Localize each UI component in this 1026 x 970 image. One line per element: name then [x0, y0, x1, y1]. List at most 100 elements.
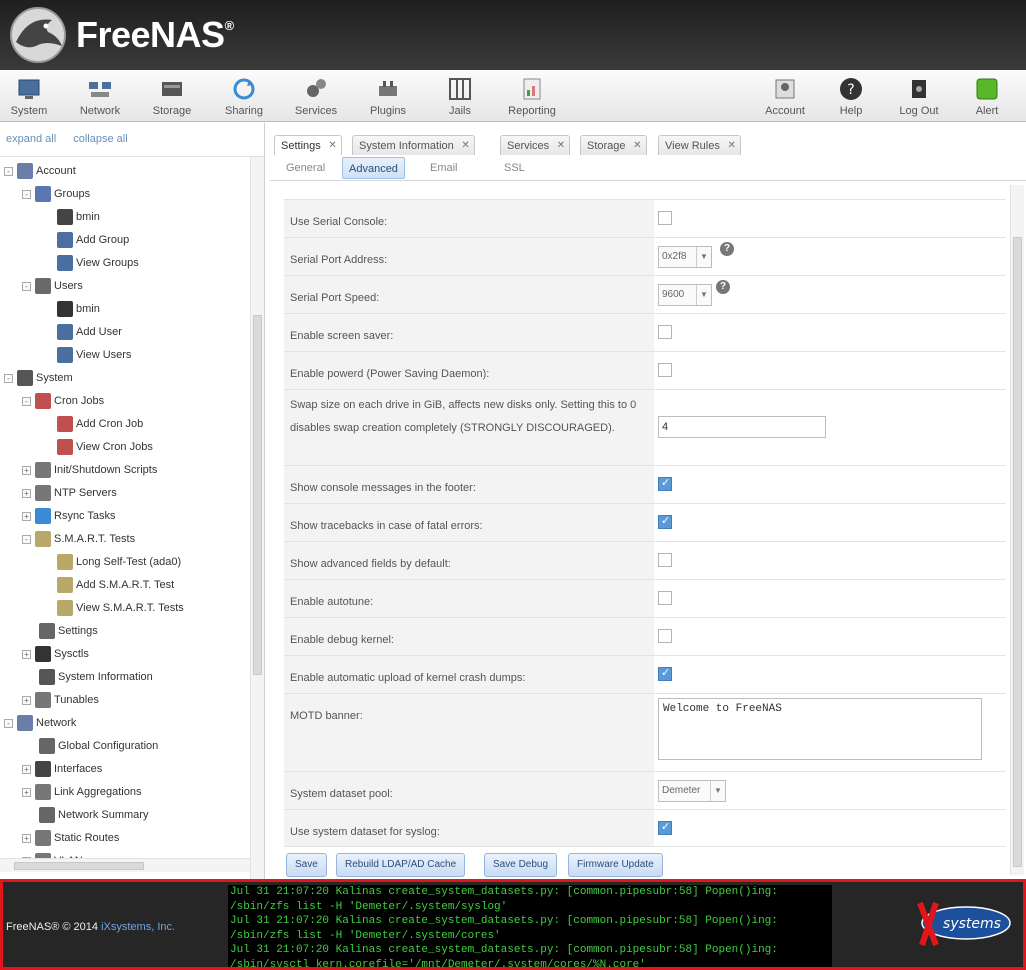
- tree-item-tunables[interactable]: + Tunables: [22, 690, 99, 710]
- toolbar-help-button[interactable]: ? Help: [822, 74, 880, 120]
- tree-item-add-group[interactable]: Add Group: [40, 230, 129, 250]
- swap-size-input[interactable]: 4: [658, 416, 826, 438]
- toolbar-account-button[interactable]: Account: [756, 74, 814, 120]
- tree-item-network-summary[interactable]: Network Summary: [22, 805, 148, 825]
- tree-item-settings[interactable]: Settings: [22, 621, 98, 641]
- close-icon[interactable]: ✕: [557, 136, 565, 156]
- tree-item-bmin[interactable]: bmin: [40, 207, 100, 227]
- tree-item-interfaces[interactable]: + Interfaces: [22, 759, 102, 779]
- collapse-toggle-icon[interactable]: -: [22, 396, 31, 406]
- toolbar-reporting-button[interactable]: Reporting: [503, 74, 561, 120]
- toolbar-services-button[interactable]: Services: [287, 74, 345, 120]
- crash-dumps-checkbox[interactable]: [658, 666, 672, 681]
- autotune-checkbox[interactable]: [658, 591, 672, 605]
- ixsystems-link[interactable]: iXsystems, Inc.: [101, 921, 175, 933]
- firmware-update-button[interactable]: Firmware Update: [568, 853, 663, 877]
- subtab-ssl[interactable]: SSL: [498, 157, 531, 179]
- tree-item-add-cron-job[interactable]: Add Cron Job: [40, 414, 143, 434]
- toolbar-alert-button[interactable]: Alert: [958, 74, 1016, 120]
- tree-item-view-cron-jobs[interactable]: View Cron Jobs: [40, 437, 153, 457]
- tree-scroll-thumb[interactable]: [253, 315, 262, 675]
- rebuild-ldap-cache-button[interactable]: Rebuild LDAP/AD Cache: [336, 853, 466, 877]
- collapse-all-link[interactable]: collapse all: [73, 133, 127, 145]
- tree-item-rsync-tasks[interactable]: + Rsync Tasks: [22, 506, 116, 526]
- powerd-checkbox[interactable]: [658, 363, 672, 377]
- expand-toggle-icon[interactable]: +: [22, 833, 31, 843]
- tree-item-system-information[interactable]: System Information: [22, 667, 153, 687]
- serial-console-checkbox[interactable]: [658, 211, 672, 225]
- expand-toggle-icon[interactable]: +: [22, 511, 31, 521]
- subtab-email[interactable]: Email: [424, 157, 464, 179]
- tree-item-view-groups[interactable]: View Groups: [40, 253, 139, 273]
- tab-services[interactable]: Services ✕: [500, 135, 571, 156]
- save-button[interactable]: Save: [286, 853, 327, 877]
- save-debug-button[interactable]: Save Debug: [484, 853, 558, 877]
- content-scroll-thumb[interactable]: [1013, 237, 1022, 867]
- tab-settings[interactable]: Settings ✕: [274, 135, 342, 155]
- help-icon[interactable]: ?: [716, 280, 730, 294]
- tree-item-ntp-servers[interactable]: + NTP Servers: [22, 483, 117, 503]
- tree-item-system[interactable]: - System: [4, 368, 73, 388]
- expand-toggle-icon[interactable]: +: [22, 695, 31, 705]
- tab-view-rules[interactable]: View Rules ✕: [658, 135, 741, 155]
- tree-item-s-m-a-r-t-tests[interactable]: - S.M.A.R.T. Tests: [22, 529, 135, 549]
- serial-port-speed-select[interactable]: 9600 ▼: [658, 284, 712, 306]
- tree-hscroll-thumb[interactable]: [14, 862, 144, 870]
- tree-item-global-configuration[interactable]: Global Configuration: [22, 736, 158, 756]
- tree-item-users[interactable]: - Users: [22, 276, 83, 296]
- tab-system-information[interactable]: System Information ✕: [352, 135, 475, 155]
- tree-item-add-s-m-a-r-t-test[interactable]: Add S.M.A.R.T. Test: [40, 575, 174, 595]
- toolbar-jails-button[interactable]: Jails: [431, 74, 489, 120]
- collapse-toggle-icon[interactable]: -: [22, 534, 31, 544]
- expand-toggle-icon[interactable]: +: [22, 649, 31, 659]
- close-icon[interactable]: ✕: [461, 136, 469, 156]
- toolbar-network-button[interactable]: Network: [71, 74, 129, 120]
- serial-port-address-select[interactable]: 0x2f8 ▼: [658, 246, 712, 268]
- tree-item-long-self-test-ada0[interactable]: Long Self-Test (ada0): [40, 552, 181, 572]
- close-icon[interactable]: ✕: [328, 136, 336, 156]
- tree-item-view-users[interactable]: View Users: [40, 345, 131, 365]
- subtab-general[interactable]: General: [280, 157, 331, 179]
- collapse-toggle-icon[interactable]: -: [4, 718, 13, 728]
- collapse-toggle-icon[interactable]: -: [4, 373, 13, 383]
- collapse-toggle-icon[interactable]: -: [4, 166, 13, 176]
- toolbar-plugins-button[interactable]: Plugins: [359, 74, 417, 120]
- screen-saver-checkbox[interactable]: [658, 325, 672, 339]
- toolbar-system-button[interactable]: System: [0, 74, 58, 120]
- tab-storage[interactable]: Storage ✕: [580, 135, 647, 155]
- tree-item-init-shutdown-scripts[interactable]: + Init/Shutdown Scripts: [22, 460, 157, 480]
- content-vertical-scrollbar[interactable]: [1010, 185, 1024, 875]
- tree-item-account[interactable]: - Account: [4, 161, 76, 181]
- tree-item-network[interactable]: - Network: [4, 713, 76, 733]
- collapse-toggle-icon[interactable]: -: [22, 189, 31, 199]
- tree-item-link-aggregations[interactable]: + Link Aggregations: [22, 782, 141, 802]
- tree-item-sysctls[interactable]: + Sysctls: [22, 644, 89, 664]
- help-icon[interactable]: ?: [720, 242, 734, 256]
- syslog-dataset-checkbox[interactable]: [658, 820, 672, 835]
- subtab-advanced[interactable]: Advanced: [342, 157, 405, 179]
- expand-toggle-icon[interactable]: +: [22, 787, 31, 797]
- advanced-fields-checkbox[interactable]: [658, 553, 672, 567]
- tree-item-add-user[interactable]: Add User: [40, 322, 122, 342]
- toolbar-logout-button[interactable]: Log Out: [890, 74, 948, 120]
- tree-item-cron-jobs[interactable]: - Cron Jobs: [22, 391, 104, 411]
- tree-item-bmin[interactable]: bmin: [40, 299, 100, 319]
- tree-item-view-s-m-a-r-t-tests[interactable]: View S.M.A.R.T. Tests: [40, 598, 184, 618]
- toolbar-sharing-button[interactable]: Sharing: [215, 74, 273, 120]
- dataset-pool-select[interactable]: Demeter ▼: [658, 780, 726, 802]
- expand-toggle-icon[interactable]: +: [22, 488, 31, 498]
- console-messages-checkbox[interactable]: [658, 476, 672, 491]
- close-icon[interactable]: ✕: [633, 136, 641, 156]
- expand-toggle-icon[interactable]: +: [22, 764, 31, 774]
- tree-item-groups[interactable]: - Groups: [22, 184, 90, 204]
- tree-vertical-scrollbar[interactable]: [250, 157, 264, 879]
- close-icon[interactable]: ✕: [727, 136, 735, 156]
- tree-horizontal-scrollbar[interactable]: [0, 858, 250, 872]
- tree-item-static-routes[interactable]: + Static Routes: [22, 828, 119, 848]
- tracebacks-checkbox[interactable]: [658, 514, 672, 529]
- collapse-toggle-icon[interactable]: -: [22, 281, 31, 291]
- expand-all-link[interactable]: expand all: [6, 133, 56, 145]
- motd-textarea[interactable]: Welcome to FreeNAS: [658, 698, 982, 760]
- debug-kernel-checkbox[interactable]: [658, 629, 672, 643]
- toolbar-storage-button[interactable]: Storage: [143, 74, 201, 120]
